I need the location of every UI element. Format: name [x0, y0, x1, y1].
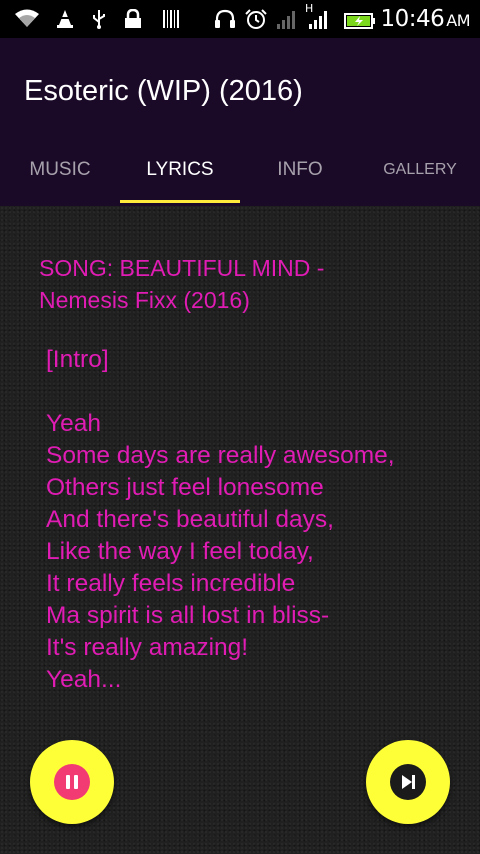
- tab-music[interactable]: MUSIC: [0, 135, 120, 206]
- signal-icon: [277, 11, 295, 29]
- tab-lyrics[interactable]: LYRICS: [120, 135, 240, 206]
- lyric-line: [Intro]: [46, 346, 109, 373]
- pause-icon: [54, 764, 90, 800]
- status-bar: H 10:46 AM: [0, 0, 480, 38]
- status-clock: 10:46 AM: [380, 6, 470, 32]
- song-title-line: SONG: BEAUTIFUL MIND -: [39, 255, 325, 281]
- next-track-button[interactable]: [366, 740, 450, 824]
- lyric-line: Some days are really awesome,: [46, 442, 395, 469]
- headset-icon: [215, 9, 235, 28]
- battery-charging-icon: [344, 13, 375, 29]
- lock-icon: [125, 9, 141, 28]
- lyrics-text: [Intro] Yeah Some days are really awesom…: [46, 344, 466, 696]
- album-title: Esoteric (WIP) (2016): [24, 75, 303, 107]
- active-tab-indicator: [120, 200, 240, 203]
- lyric-line: It really feels incredible: [46, 570, 296, 597]
- lyric-line: Like the way I feel today,: [46, 538, 314, 565]
- tab-bar: MUSIC LYRICS INFO GALLERY: [0, 135, 480, 206]
- barcode-icon: [163, 10, 179, 28]
- tab-gallery[interactable]: GALLERY: [360, 135, 480, 206]
- lyric-line: Others just feel lonesome: [46, 474, 324, 501]
- lyrics-panel[interactable]: SONG: BEAUTIFUL MIND - Nemesis Fixx (201…: [0, 206, 480, 854]
- lyric-line: And there's beautiful days,: [46, 506, 334, 533]
- lyric-line: Yeah: [46, 410, 101, 437]
- lyric-line: Ma spirit is all lost in bliss-: [46, 602, 330, 629]
- lyric-line: It's really amazing!: [46, 634, 249, 661]
- clock-time: 10:46: [380, 6, 445, 32]
- usb-icon: [93, 10, 105, 29]
- wifi-icon: [15, 9, 39, 27]
- song-title: SONG: BEAUTIFUL MIND - Nemesis Fixx (201…: [39, 252, 439, 316]
- vlc-cone-icon: [57, 10, 73, 28]
- skip-next-icon: [390, 764, 426, 800]
- song-title-line: Nemesis Fixx (2016): [39, 287, 250, 313]
- lyric-line: Yeah...: [46, 666, 122, 693]
- alarm-icon: [245, 9, 267, 29]
- pause-button[interactable]: [30, 740, 114, 824]
- signal-icon: [309, 11, 327, 29]
- app-bar: Esoteric (WIP) (2016) MUSIC LYRICS INFO …: [0, 38, 480, 206]
- tab-info[interactable]: INFO: [240, 135, 360, 206]
- lyric-line: [46, 376, 466, 408]
- clock-ampm: AM: [446, 11, 470, 30]
